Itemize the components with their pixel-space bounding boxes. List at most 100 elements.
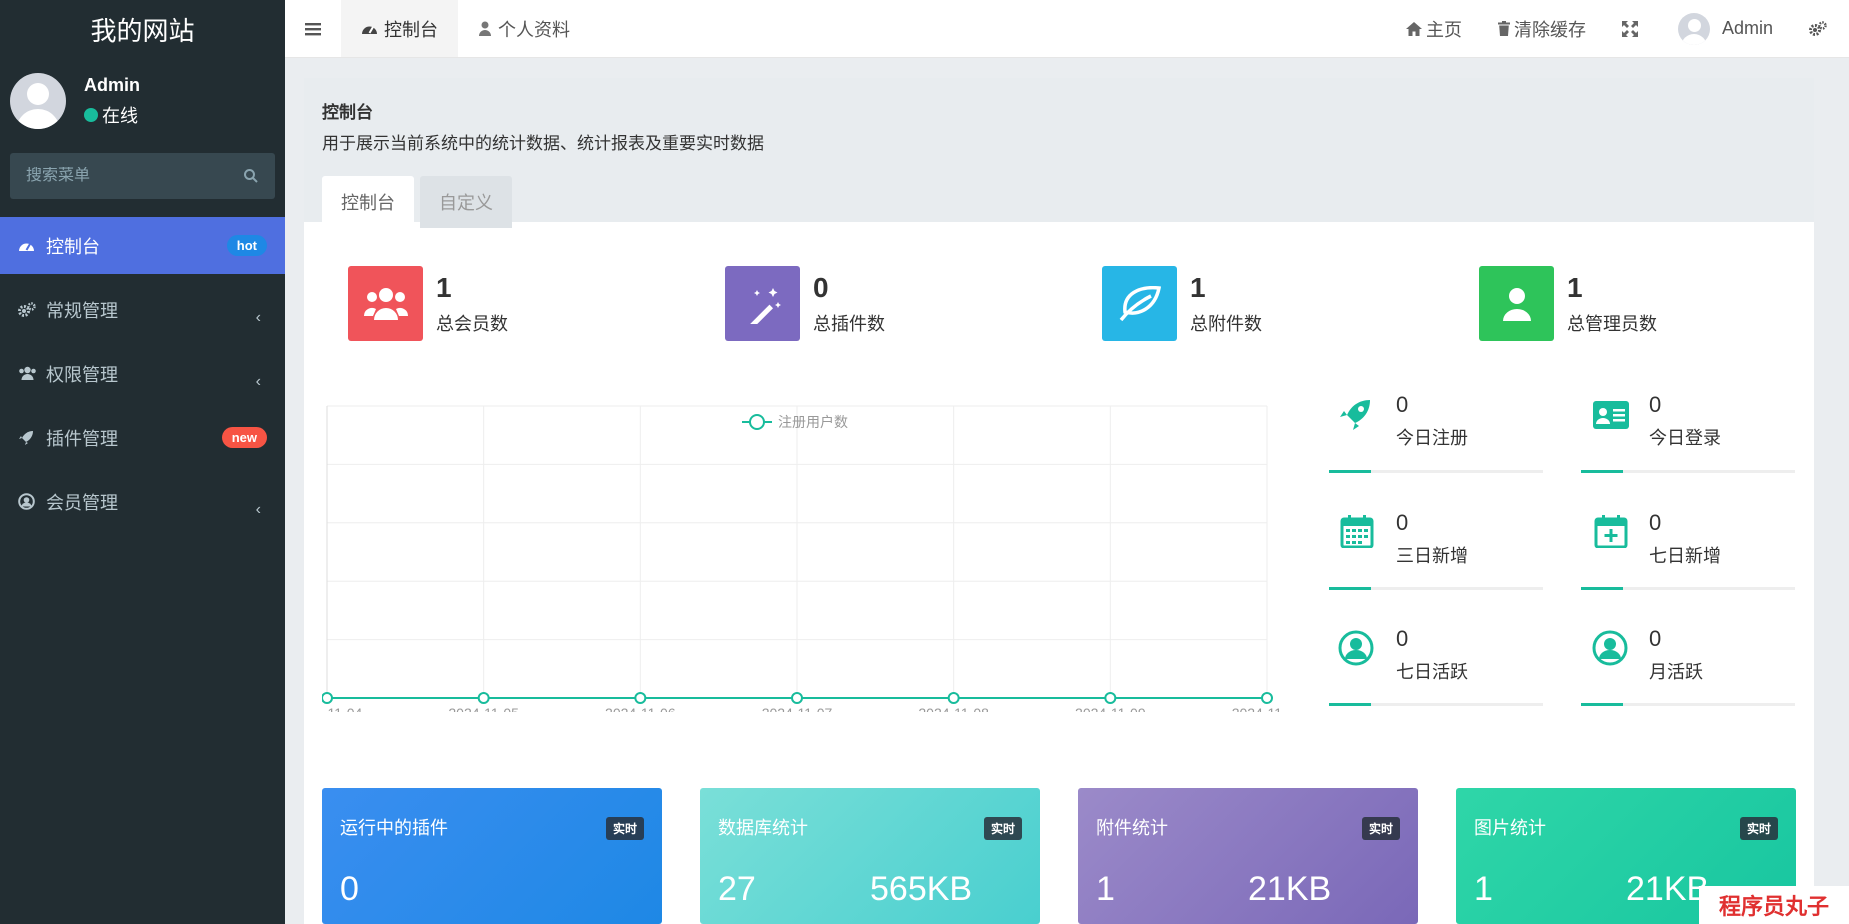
users-icon bbox=[363, 287, 408, 320]
card-running-plugins: 运行中的插件 实时 0 数 bbox=[322, 788, 662, 924]
stat-label: 总附件数 bbox=[1190, 314, 1262, 334]
card-title: 附件统计 bbox=[1096, 818, 1168, 838]
menu-search-input[interactable] bbox=[26, 167, 226, 185]
gears-icon bbox=[1809, 20, 1827, 36]
stat-members: 1 总会员数 bbox=[348, 266, 508, 341]
rocket-icon bbox=[18, 430, 42, 446]
sidebar-item-members[interactable]: 会员管理 ‹ bbox=[0, 473, 285, 530]
users-icon bbox=[18, 366, 42, 381]
tab-dashboard-inner[interactable]: 控制台 bbox=[322, 176, 414, 228]
clear-cache-button[interactable]: 清除缓存 bbox=[1480, 0, 1604, 57]
home-link[interactable]: 主页 bbox=[1388, 0, 1480, 57]
data-point[interactable] bbox=[791, 692, 803, 704]
card-footer: 数 bbox=[340, 919, 644, 924]
data-point[interactable] bbox=[477, 692, 490, 704]
search-icon[interactable] bbox=[243, 168, 259, 184]
mini-value: 0 bbox=[1396, 626, 1409, 651]
tab-profile[interactable]: 个人资料 bbox=[458, 0, 590, 57]
x-tick-label: 2024-11-10 bbox=[1232, 705, 1282, 712]
realtime-badge: 实时 bbox=[1739, 817, 1778, 840]
card-value: 21KB bbox=[1248, 870, 1332, 908]
mini-value: 0 bbox=[1649, 626, 1662, 651]
mini-label: 今日注册 bbox=[1396, 428, 1468, 448]
realtime-badge: 实时 bbox=[605, 817, 644, 840]
stat-value: 1 bbox=[1190, 272, 1206, 303]
calendar-icon bbox=[1340, 515, 1374, 548]
mini-progress bbox=[1581, 587, 1795, 590]
data-point[interactable] bbox=[947, 692, 960, 704]
tab-dashboard[interactable]: 控制台 bbox=[341, 0, 458, 57]
card-title: 数据库统计 bbox=[718, 818, 808, 838]
calendar-plus-icon bbox=[1594, 515, 1628, 548]
card-value: 565KB bbox=[870, 870, 973, 908]
stat-label: 总管理员数 bbox=[1567, 314, 1657, 334]
gears-icon bbox=[18, 301, 42, 318]
fullscreen-button[interactable] bbox=[1604, 0, 1660, 57]
line-chart: 注册用户数 2024-11-04 2024-11-05 2024-11-06 2024… bbox=[292, 405, 1302, 721]
realtime-badge: 实时 bbox=[983, 817, 1022, 840]
card-attachments: 附件统计 实时 1 21KB 数 bbox=[1078, 788, 1418, 924]
card-footer: 数 bbox=[718, 919, 1022, 924]
x-tick-label: 2024-11-06 bbox=[605, 705, 676, 712]
card-title: 运行中的插件 bbox=[340, 818, 448, 838]
mini-monthly-active: 0 月活跃 bbox=[1592, 626, 1703, 684]
sidebar-item-plugins[interactable]: 插件管理 new bbox=[0, 409, 285, 466]
mini-label: 七日新增 bbox=[1649, 546, 1721, 566]
stat-label: 总插件数 bbox=[813, 314, 885, 334]
mini-progress bbox=[1581, 703, 1795, 706]
card-value: 0 bbox=[340, 870, 359, 908]
rocket-icon bbox=[1340, 400, 1370, 430]
legend-marker[interactable] bbox=[749, 414, 765, 430]
sidebar-item-general[interactable]: 常规管理 ‹ bbox=[0, 281, 285, 338]
stat-plugins: 0 总插件数 bbox=[725, 266, 885, 341]
data-point[interactable] bbox=[634, 692, 647, 704]
sidebar-toggle-icon[interactable] bbox=[285, 0, 341, 57]
stat-label: 总会员数 bbox=[436, 314, 508, 334]
x-tick-label: 2024-11-09 bbox=[1075, 705, 1146, 712]
mini-today-login: 0 今日登录 bbox=[1593, 392, 1721, 450]
stat-attachments: 1 总附件数 bbox=[1102, 266, 1262, 341]
realtime-badge: 实时 bbox=[1361, 817, 1400, 840]
brand-title[interactable]: 我的网站 bbox=[0, 0, 285, 58]
mini-value: 0 bbox=[1649, 510, 1662, 535]
mini-value: 0 bbox=[1649, 392, 1662, 417]
x-tick-label: 2024-11-08 bbox=[918, 705, 989, 712]
panel-header: 控制台 用于展示当前系统中的统计数据、统计报表及重要实时数据 控制台 自定义 bbox=[304, 78, 1814, 228]
sidebar-item-permissions[interactable]: 权限管理 ‹ bbox=[0, 345, 285, 402]
id-card-icon bbox=[1593, 401, 1629, 429]
mini-label: 月活跃 bbox=[1649, 662, 1703, 682]
stat-icon-box bbox=[725, 266, 800, 341]
sidebar-item-label: 会员管理 bbox=[46, 492, 118, 513]
data-point[interactable] bbox=[321, 692, 333, 704]
user-icon bbox=[1502, 287, 1531, 321]
mini-progress bbox=[1329, 703, 1543, 706]
mini-label: 七日活跃 bbox=[1396, 662, 1468, 682]
x-tick-label: 2024-11-05 bbox=[448, 705, 519, 712]
user-icon bbox=[479, 21, 491, 36]
sidebar: 我的网站 Admin 在线 控制台 hot 常规管理 ‹ 权限管理 ‹ 插件管理… bbox=[0, 0, 285, 924]
stat-icon-box bbox=[1102, 266, 1177, 341]
mini-progress bbox=[1329, 587, 1543, 590]
mini-label: 三日新增 bbox=[1396, 546, 1468, 566]
sidebar-item-dashboard[interactable]: 控制台 hot bbox=[0, 217, 285, 274]
magic-wand-icon bbox=[749, 287, 781, 324]
card-database: 数据库统计 实时 27 565KB 数 bbox=[700, 788, 1040, 924]
sidebar-item-label: 控制台 bbox=[46, 236, 100, 257]
user-menu[interactable]: Admin bbox=[1660, 0, 1791, 57]
data-point[interactable] bbox=[1261, 692, 1273, 704]
chevron-left-icon: ‹ bbox=[255, 501, 261, 518]
tab-custom[interactable]: 自定义 bbox=[420, 176, 512, 228]
settings-button[interactable] bbox=[1791, 0, 1849, 57]
mini-progress bbox=[1329, 470, 1543, 473]
legend-label[interactable]: 注册用户数 bbox=[778, 414, 848, 430]
sidebar-item-label: 插件管理 bbox=[46, 428, 118, 449]
panel-title: 控制台 bbox=[322, 103, 373, 122]
top-navbar: 控制台 个人资料 主页 清除缓存 Admin bbox=[285, 0, 1849, 58]
home-icon bbox=[1405, 21, 1422, 36]
user-circle-icon bbox=[1338, 630, 1374, 666]
data-point[interactable] bbox=[1104, 692, 1117, 704]
user-panel: Admin 在线 bbox=[0, 58, 285, 144]
new-badge: new bbox=[221, 427, 267, 448]
card-value: 1 bbox=[1474, 870, 1493, 908]
mini-seven-day-active: 0 七日活跃 bbox=[1338, 626, 1468, 684]
